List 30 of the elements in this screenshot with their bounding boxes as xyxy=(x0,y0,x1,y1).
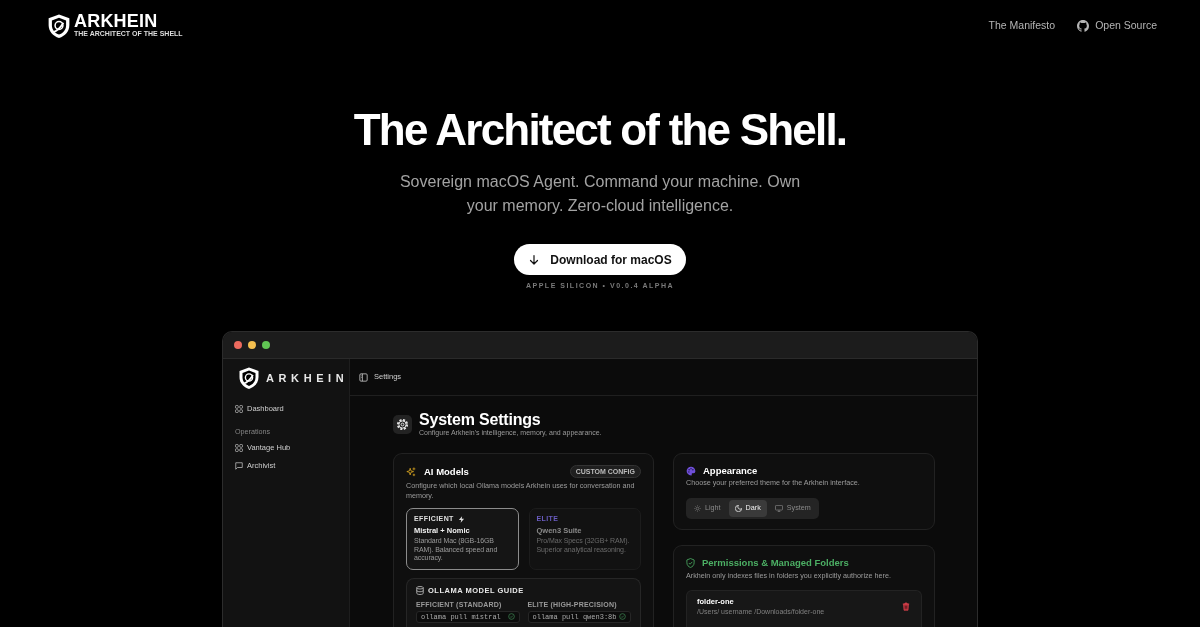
download-button[interactable]: Download for macOS xyxy=(514,244,686,275)
sun-icon xyxy=(694,504,701,512)
arrow-down-icon xyxy=(528,253,541,266)
hero-title: The Architect of the Shell. xyxy=(353,104,847,156)
panel-title: Appearance xyxy=(703,465,758,477)
sparkle-icon xyxy=(406,466,416,477)
grid-icon xyxy=(235,405,243,413)
moon-icon xyxy=(734,504,742,512)
chat-bubble-icon xyxy=(235,462,243,470)
github-icon xyxy=(1077,19,1090,32)
brand-name: ARKHEIN xyxy=(74,13,158,30)
page-title: System Settings xyxy=(419,411,541,428)
sidebar-brand: ARKHEIN xyxy=(266,370,349,386)
palette-icon xyxy=(686,466,696,476)
shield-logo-icon xyxy=(47,13,71,38)
hero-subtitle: Sovereign macOS Agent. Command your machine. Own your memory. Zero-cloud intelligence. xyxy=(398,172,802,216)
sidebar-toggle-icon[interactable] xyxy=(359,372,368,382)
nav-link[interactable]: The Manifesto xyxy=(988,18,1056,34)
trash-icon[interactable] xyxy=(902,602,910,611)
check-circle-icon xyxy=(507,613,515,620)
database-icon xyxy=(416,585,424,595)
shield-logo-icon xyxy=(238,367,260,389)
shield-check-icon xyxy=(686,557,695,568)
panel-title: AI Models xyxy=(424,465,469,478)
open-source-link[interactable]: Open Source xyxy=(1077,18,1157,34)
monitor-icon xyxy=(774,504,783,512)
grid-icon xyxy=(235,444,243,452)
gear-icon xyxy=(393,414,412,434)
panel-title: Permissions & Managed Folders xyxy=(702,556,849,569)
check-circle-icon xyxy=(619,613,626,620)
